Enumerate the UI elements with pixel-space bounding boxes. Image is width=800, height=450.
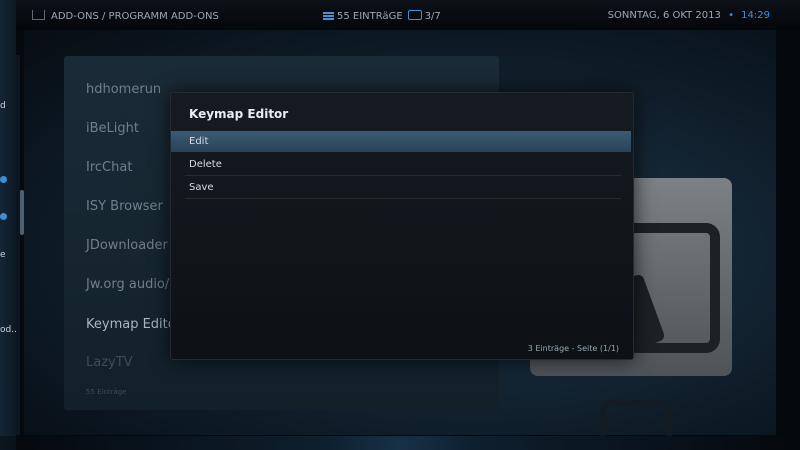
clock: 14:29 [741, 10, 770, 21]
side-item-label[interactable]: d [0, 101, 6, 111]
items-count: 55 EINTRäGE [337, 11, 403, 22]
option-label: Edit [189, 136, 209, 147]
list-item-selected[interactable]: Keymap Edito [86, 317, 176, 332]
top-bar: ADD-ONS / PROGRAMM ADD-ONS 55 EINTRäGE 3/… [0, 0, 800, 30]
option-edit[interactable]: Edit [171, 131, 631, 152]
side-menu: d e od... [0, 0, 20, 450]
page-indicator: 3/7 [424, 11, 441, 22]
home-icon[interactable] [32, 10, 45, 20]
divider [185, 175, 621, 176]
bottom-glow [0, 436, 800, 450]
option-label: Save [189, 182, 214, 193]
list-count: 55 Einträge [86, 388, 127, 396]
artwork-reflection [600, 400, 672, 436]
breadcrumb-text: ADD-ONS / PROGRAMM ADD-ONS [51, 11, 219, 22]
option-label: Delete [189, 159, 222, 170]
list-item[interactable]: IrcChat [86, 160, 132, 175]
breadcrumb: ADD-ONS / PROGRAMM ADD-ONS [32, 10, 219, 22]
option-save[interactable]: Save [171, 177, 631, 198]
list-item[interactable]: ISY Browser [86, 199, 163, 214]
dialog-title: Keymap Editor [189, 107, 289, 121]
side-item-indicator-icon [0, 176, 7, 183]
list-item[interactable]: Jw.org audio/ [86, 277, 169, 292]
side-item-label[interactable]: e [0, 250, 6, 260]
list-icon [323, 12, 334, 20]
date-text: SONNTAG, 6 OKT 2013 [607, 10, 721, 21]
option-delete[interactable]: Delete [171, 154, 631, 175]
sidebar-scroll-handle[interactable] [20, 190, 24, 235]
side-item-indicator-icon [0, 213, 7, 220]
item-info: 55 EINTRäGE 3/7 [323, 10, 441, 22]
list-item[interactable]: LazyTV [86, 355, 133, 370]
list-item[interactable]: hdhomerun [86, 82, 161, 97]
list-item[interactable]: iBeLight [86, 121, 139, 136]
sidebar-edge [16, 55, 20, 435]
keymap-editor-dialog: Keymap Editor Edit Delete Save 3 Einträg… [170, 92, 634, 360]
list-item[interactable]: JDownloader [86, 238, 168, 253]
dialog-footer: 3 Einträge - Seite (1/1) [527, 344, 619, 353]
divider [185, 198, 621, 199]
separator: • [728, 10, 734, 21]
pages-icon [407, 10, 422, 20]
date-time: SONNTAG, 6 OKT 2013 • 14:29 [608, 10, 770, 21]
